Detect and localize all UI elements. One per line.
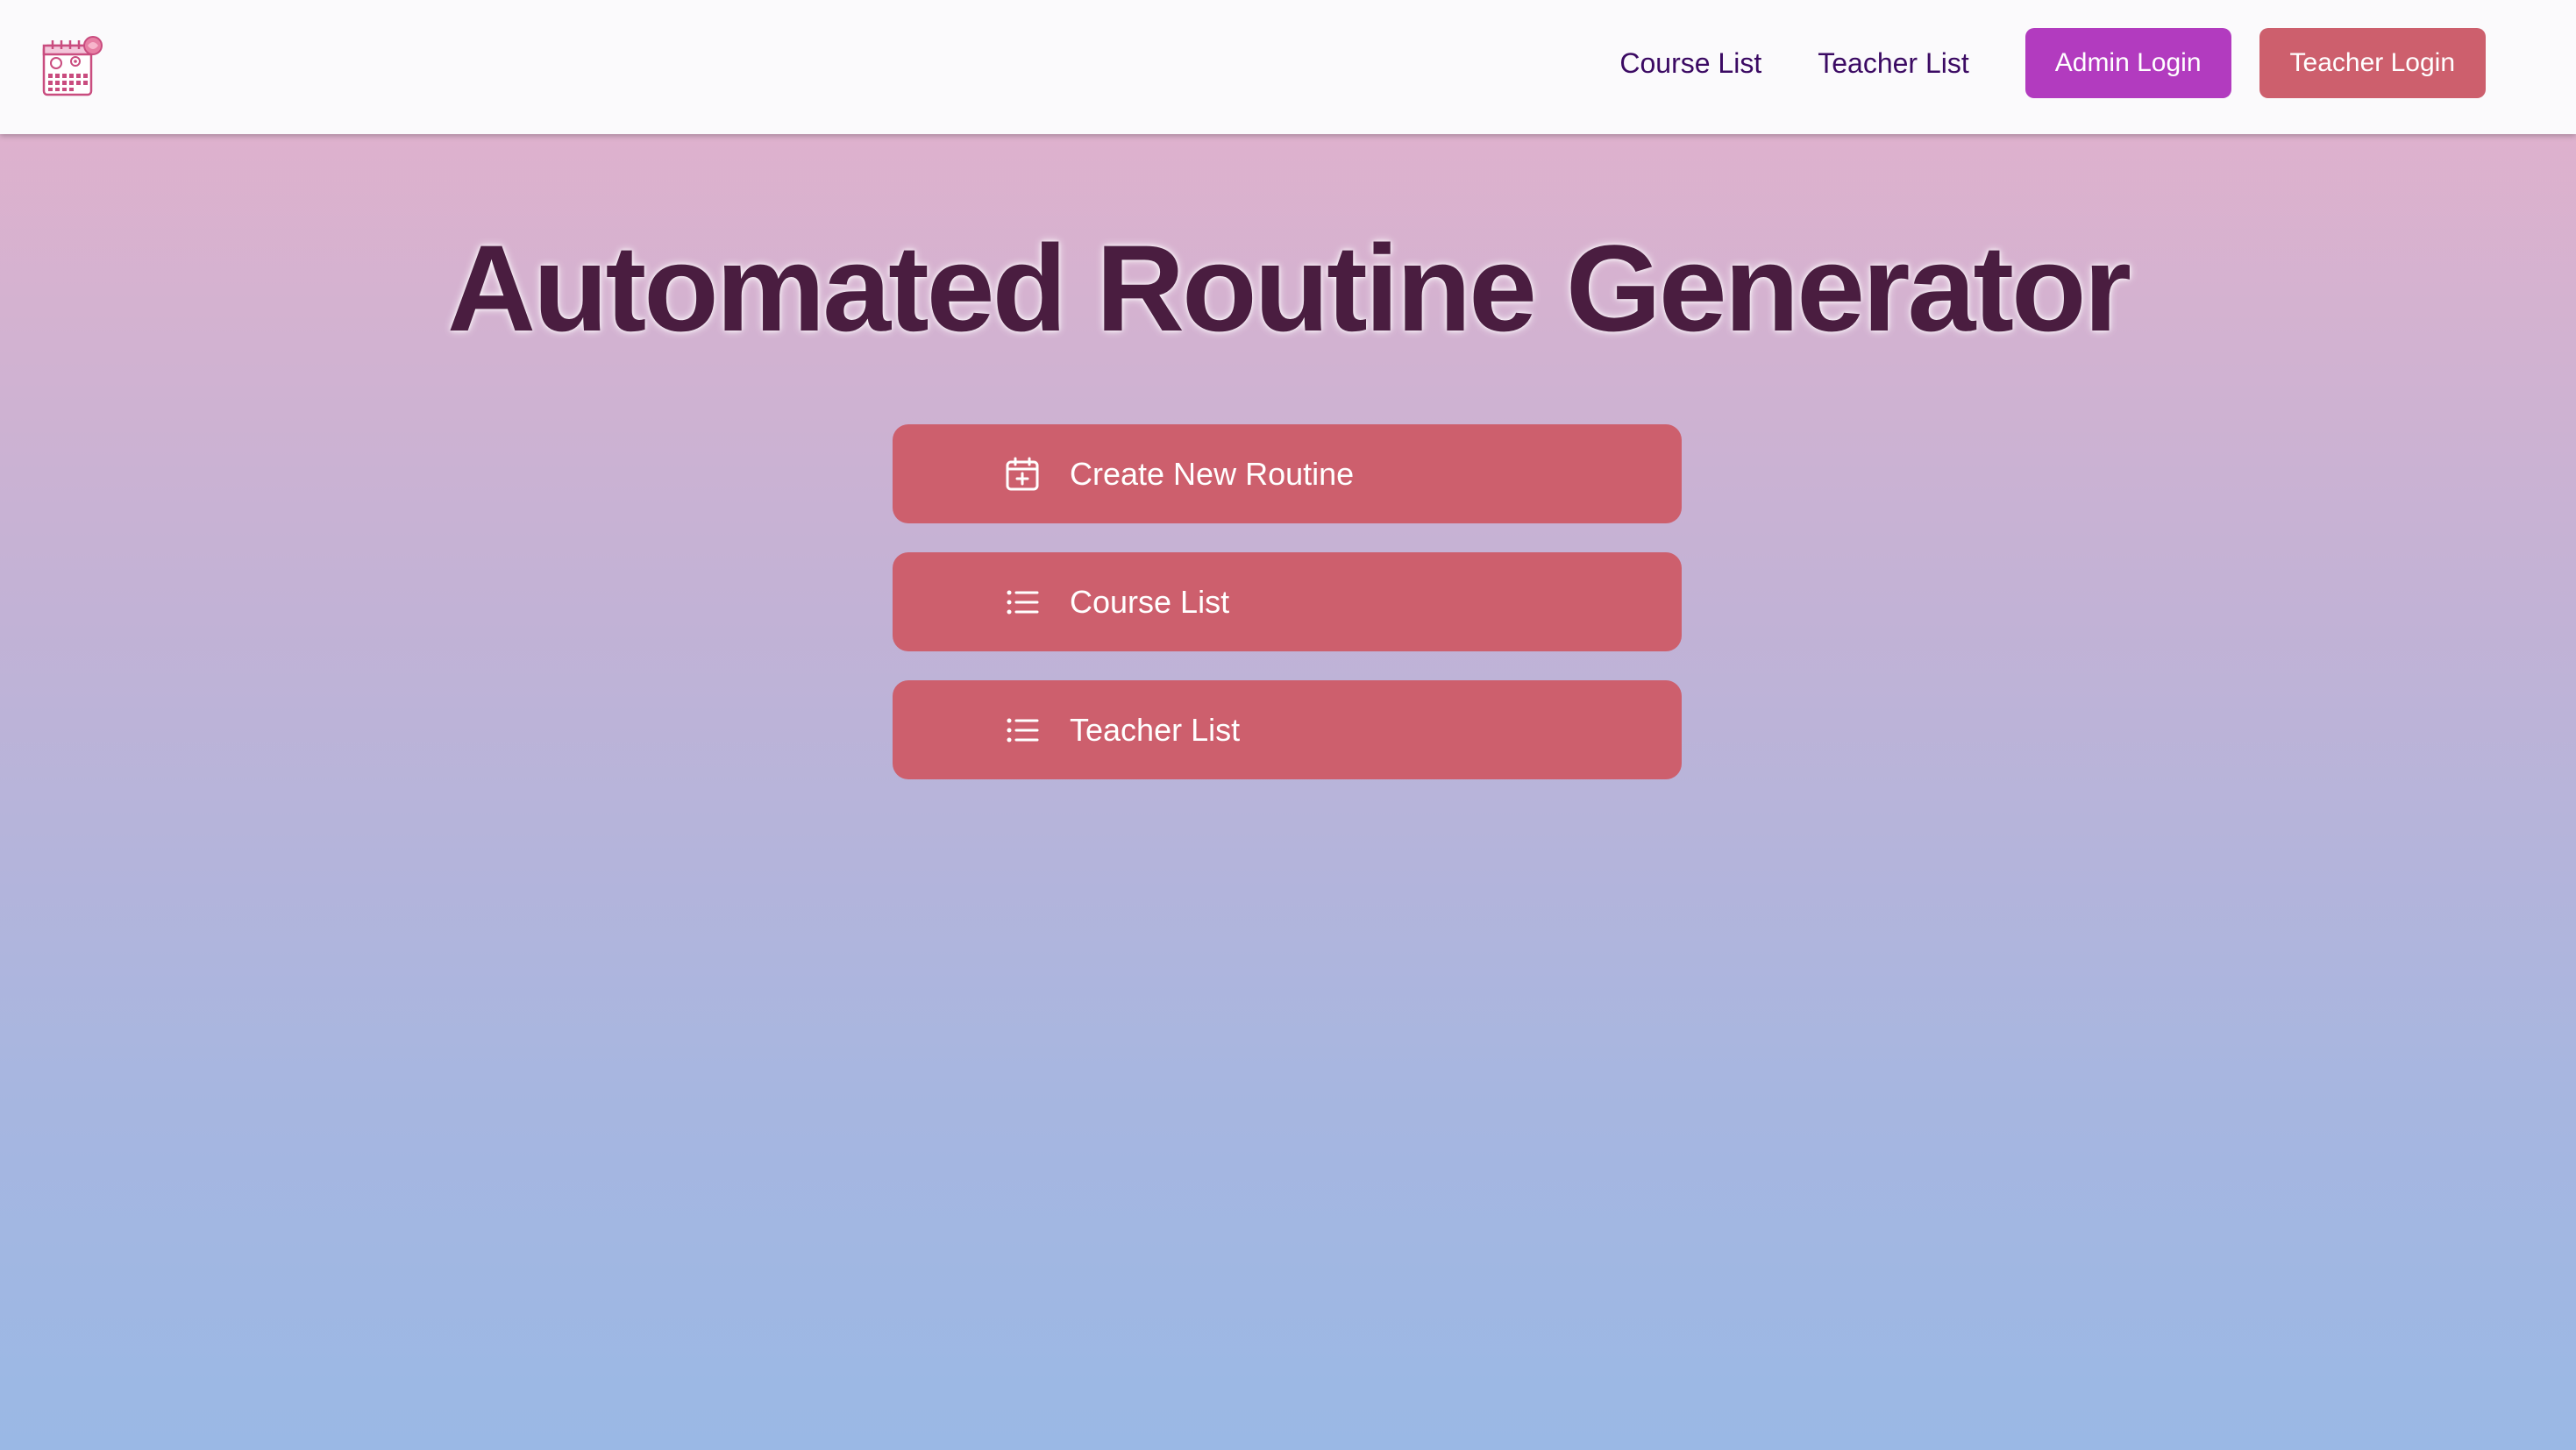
admin-login-button[interactable]: Admin Login (2025, 28, 2231, 98)
calendar-clock-logo-icon[interactable] (40, 35, 105, 100)
top-navbar: Course List Teacher List Admin Login Tea… (0, 0, 2576, 134)
nav-links: Course List Teacher List Admin Login Tea… (1619, 28, 2486, 98)
nav-link-teacher-list[interactable]: Teacher List (1818, 47, 1969, 80)
teacher-list-button[interactable]: Teacher List (893, 680, 1682, 779)
calendar-plus-icon (1003, 455, 1042, 494)
page-title: Automated Routine Generator (446, 219, 2131, 357)
list-icon (1003, 711, 1042, 750)
list-icon (1003, 583, 1042, 622)
teacher-login-button[interactable]: Teacher Login (2259, 28, 2486, 98)
nav-link-course-list[interactable]: Course List (1619, 47, 1761, 80)
course-list-button[interactable]: Course List (893, 552, 1682, 651)
main-menu: Create New Routine Course List Teacher L… (893, 424, 1682, 808)
create-new-routine-label: Create New Routine (1070, 455, 1355, 492)
create-new-routine-button[interactable]: Create New Routine (893, 424, 1682, 523)
course-list-label: Course List (1070, 583, 1230, 620)
teacher-list-label: Teacher List (1070, 711, 1241, 748)
